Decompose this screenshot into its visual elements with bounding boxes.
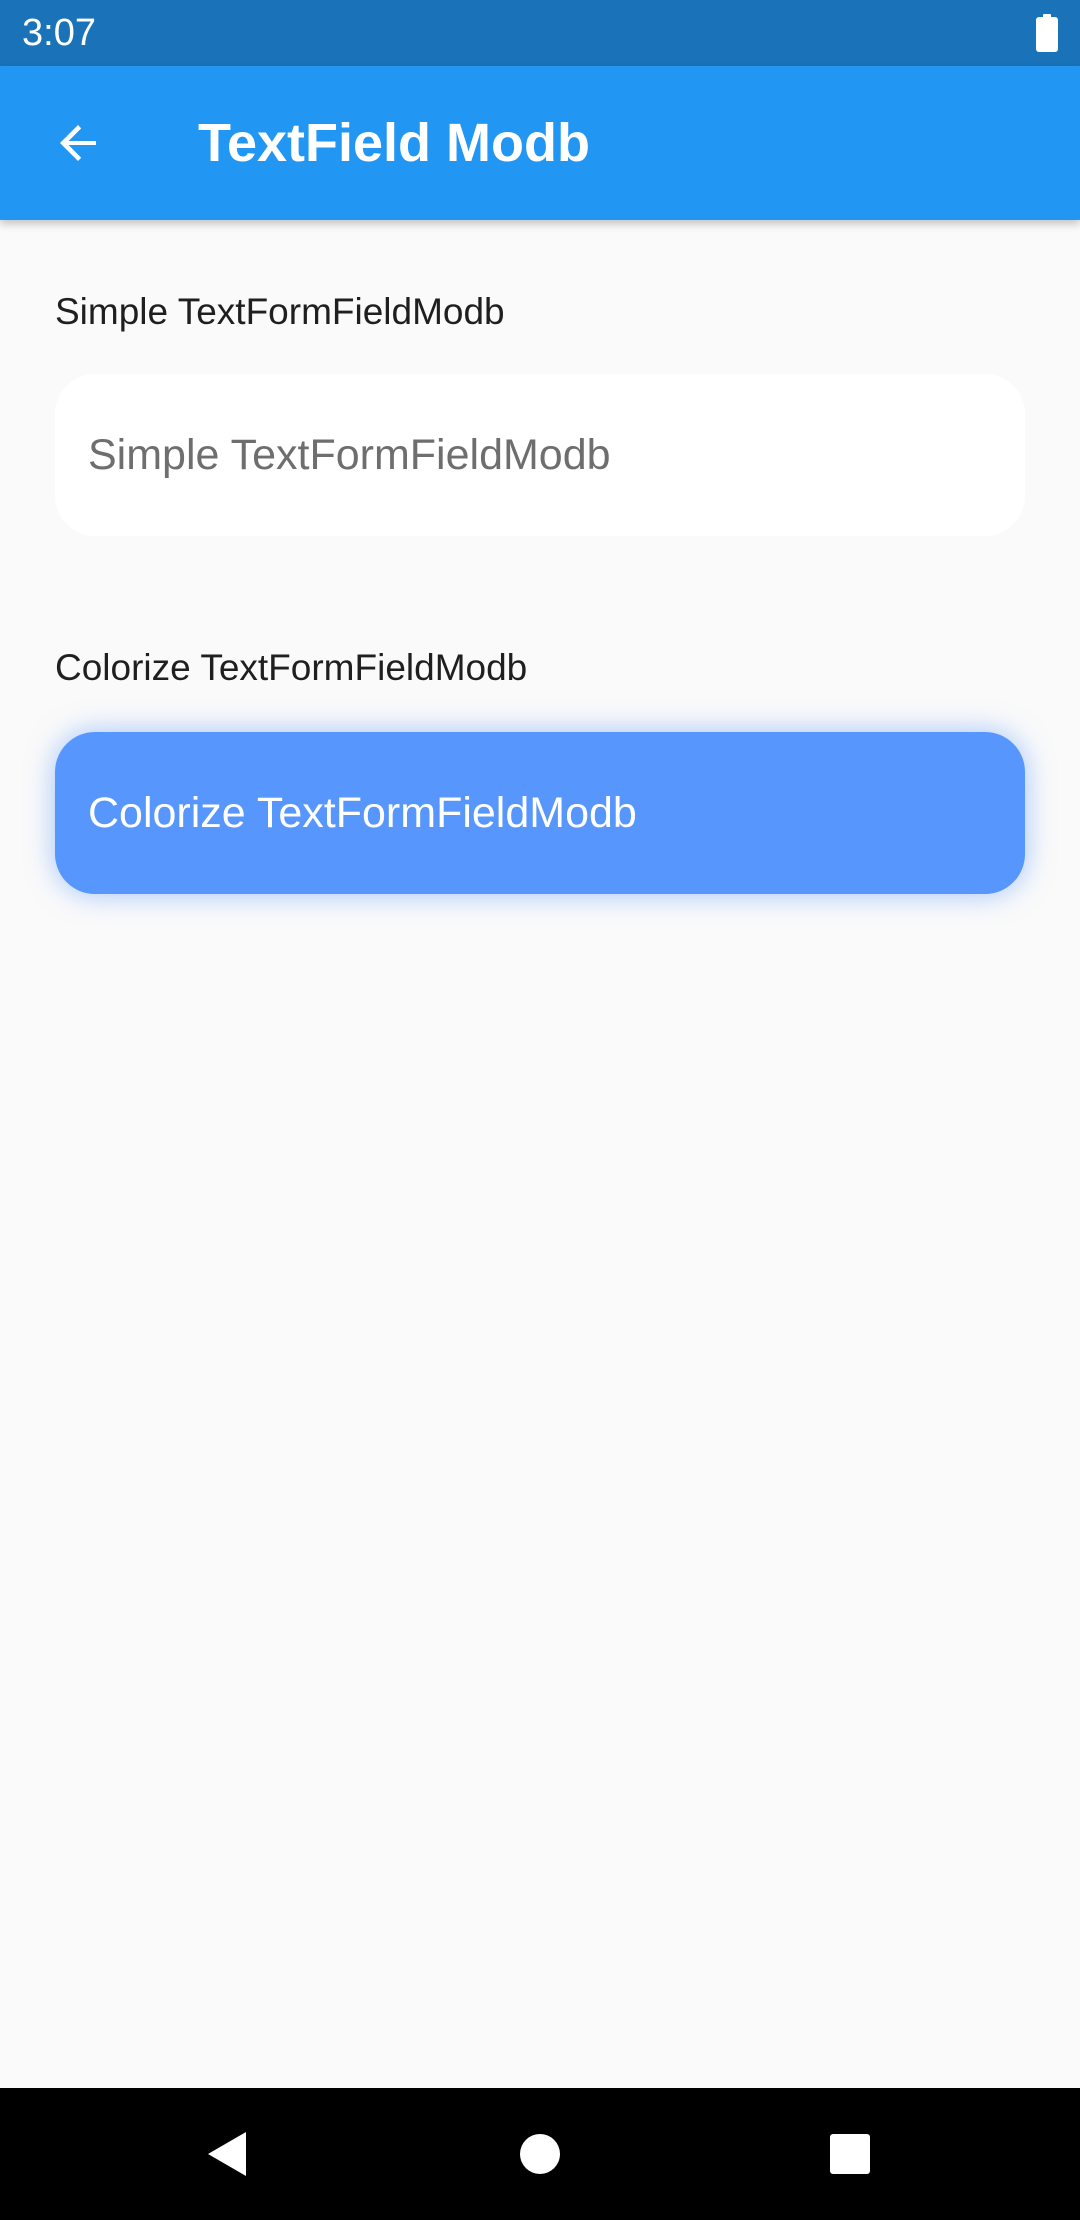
- colorize-field-label: Colorize TextFormFieldModb: [55, 647, 528, 688]
- simple-field-label: Simple TextFormFieldModb: [55, 291, 505, 332]
- arrow-back-icon: [60, 125, 96, 161]
- nav-back-button[interactable]: [186, 2114, 266, 2194]
- simple-text-field[interactable]: Simple TextFormFieldModb: [55, 374, 1025, 536]
- back-button[interactable]: [34, 97, 126, 189]
- colorize-text-field[interactable]: Colorize TextFormFieldModb: [55, 732, 1025, 894]
- nav-home-circle-icon: [520, 2134, 560, 2174]
- page-title: TextField Modb: [198, 113, 590, 173]
- nav-home-button[interactable]: [500, 2114, 580, 2194]
- nav-recents-button[interactable]: [810, 2114, 890, 2194]
- nav-recents-square-icon: [830, 2134, 870, 2174]
- screen: 3:07 TextField Modb Simple TextFormField…: [0, 0, 1080, 2220]
- battery-full-icon: [1036, 14, 1058, 52]
- app-bar: TextField Modb: [0, 66, 1080, 220]
- status-bar: 3:07: [0, 0, 1080, 66]
- system-nav-bar: [0, 2088, 1080, 2220]
- simple-field-placeholder: Simple TextFormFieldModb: [88, 430, 611, 479]
- colorize-field-placeholder: Colorize TextFormFieldModb: [88, 788, 637, 837]
- status-time: 3:07: [22, 12, 96, 54]
- nav-back-triangle-icon: [208, 2132, 246, 2176]
